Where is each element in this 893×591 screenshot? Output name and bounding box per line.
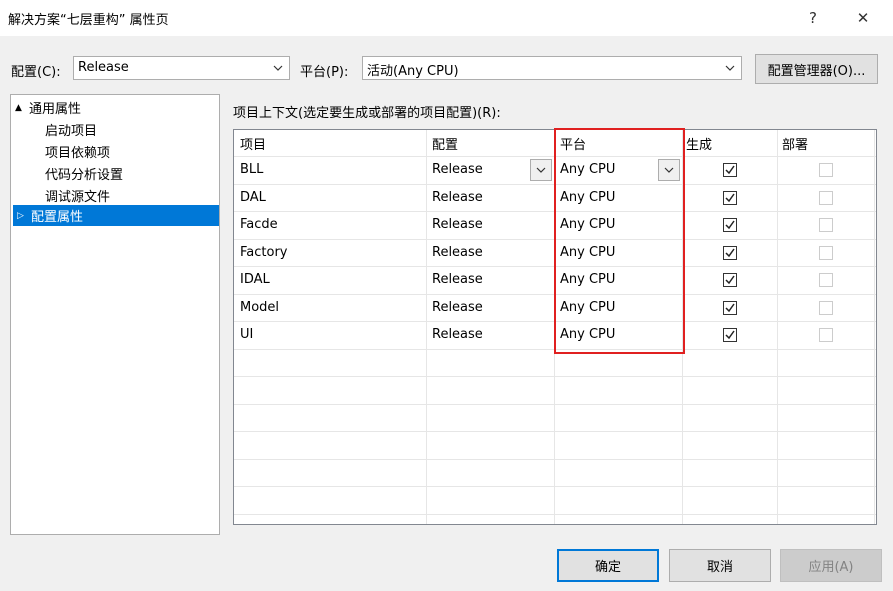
deploy-checkbox bbox=[819, 163, 833, 177]
deploy-checkbox bbox=[819, 273, 833, 287]
table-row-config[interactable]: Release bbox=[432, 300, 483, 315]
chevron-down-icon bbox=[725, 65, 735, 71]
table-row-config[interactable]: Release bbox=[432, 162, 483, 177]
platform-label: 平台(P): bbox=[300, 65, 349, 80]
property-tree: ▲ 通用属性 启动项目 项目依赖项 代码分析设置 调试源文件 ▷ 配置属性 bbox=[10, 94, 220, 535]
config-label: 配置(C): bbox=[11, 65, 61, 80]
column-header-config[interactable]: 配置 bbox=[432, 134, 458, 153]
column-header-platform[interactable]: 平台 bbox=[560, 134, 586, 153]
build-checkbox[interactable] bbox=[723, 301, 737, 315]
tree-item-common-properties[interactable]: ▲ 通用属性 bbox=[15, 97, 81, 118]
table-row-project[interactable]: UI bbox=[240, 327, 253, 342]
cancel-button[interactable]: 取消 bbox=[669, 549, 771, 582]
ok-button[interactable]: 确定 bbox=[557, 549, 659, 582]
tree-item-code-analysis[interactable]: 代码分析设置 bbox=[45, 163, 123, 184]
table-row-platform[interactable]: Any CPU bbox=[560, 190, 615, 205]
table-row-platform[interactable]: Any CPU bbox=[560, 300, 615, 315]
expanded-triangle-icon: ▲ bbox=[15, 102, 22, 113]
build-checkbox[interactable] bbox=[723, 273, 737, 287]
build-checkbox[interactable] bbox=[723, 328, 737, 342]
config-dropdown-button[interactable] bbox=[530, 159, 552, 181]
table-row-project[interactable]: Facde bbox=[240, 217, 278, 232]
title-bar: 解决方案“七层重构” 属性页 ? ✕ bbox=[0, 0, 893, 36]
tree-item-debug-source-files[interactable]: 调试源文件 bbox=[45, 185, 110, 206]
close-button[interactable]: ✕ bbox=[846, 4, 880, 32]
build-checkbox[interactable] bbox=[723, 191, 737, 205]
platform-combo[interactable]: 活动(Any CPU) bbox=[362, 56, 742, 80]
grid-caption: 项目上下文(选定要生成或部署的项目配置)(R): bbox=[233, 106, 501, 121]
build-checkbox[interactable] bbox=[723, 246, 737, 260]
project-context-grid: 项目 配置 平台 生成 部署 BLL Release Any CPU DAL R… bbox=[233, 129, 877, 525]
column-header-project[interactable]: 项目 bbox=[240, 134, 266, 153]
tree-item-project-dependencies[interactable]: 项目依赖项 bbox=[45, 141, 110, 162]
collapsed-triangle-icon: ▷ bbox=[17, 210, 24, 221]
deploy-checkbox bbox=[819, 191, 833, 205]
deploy-checkbox bbox=[819, 246, 833, 260]
table-row-config[interactable]: Release bbox=[432, 217, 483, 232]
table-row-project[interactable]: BLL bbox=[240, 162, 263, 177]
deploy-checkbox bbox=[819, 301, 833, 315]
config-combo-value: Release bbox=[78, 60, 129, 75]
tree-item-startup-project[interactable]: 启动项目 bbox=[45, 119, 97, 140]
platform-combo-value: 活动(Any CPU) bbox=[367, 64, 459, 79]
chevron-down-icon bbox=[273, 65, 283, 71]
table-row-platform[interactable]: Any CPU bbox=[560, 162, 615, 177]
platform-dropdown-button[interactable] bbox=[658, 159, 680, 181]
window-title: 解决方案“七层重构” 属性页 bbox=[8, 13, 169, 28]
build-checkbox[interactable] bbox=[723, 218, 737, 232]
table-row-config[interactable]: Release bbox=[432, 190, 483, 205]
table-row-platform[interactable]: Any CPU bbox=[560, 245, 615, 260]
tree-item-label: 通用属性 bbox=[29, 102, 82, 117]
help-button[interactable]: ? bbox=[796, 4, 830, 32]
chevron-down-icon bbox=[664, 167, 674, 173]
chevron-down-icon bbox=[536, 167, 546, 173]
table-row-config[interactable]: Release bbox=[432, 245, 483, 260]
tree-item-config-properties[interactable]: ▷ 配置属性 bbox=[13, 205, 219, 226]
column-header-deploy[interactable]: 部署 bbox=[782, 134, 808, 153]
table-row-project[interactable]: Factory bbox=[240, 245, 288, 260]
table-row-platform[interactable]: Any CPU bbox=[560, 272, 615, 287]
table-row-project[interactable]: DAL bbox=[240, 190, 266, 205]
deploy-checkbox bbox=[819, 218, 833, 232]
table-row-platform[interactable]: Any CPU bbox=[560, 217, 615, 232]
table-row-config[interactable]: Release bbox=[432, 327, 483, 342]
table-row-project[interactable]: IDAL bbox=[240, 272, 270, 287]
deploy-checkbox bbox=[819, 328, 833, 342]
table-row-platform[interactable]: Any CPU bbox=[560, 327, 615, 342]
column-header-build[interactable]: 生成 bbox=[686, 134, 712, 153]
table-row-config[interactable]: Release bbox=[432, 272, 483, 287]
build-checkbox[interactable] bbox=[723, 163, 737, 177]
apply-button[interactable]: 应用(A) bbox=[780, 549, 882, 582]
tree-item-label: 配置属性 bbox=[31, 210, 84, 225]
table-row-project[interactable]: Model bbox=[240, 300, 279, 315]
config-combo[interactable]: Release bbox=[73, 56, 290, 80]
config-manager-button[interactable]: 配置管理器(O)... bbox=[755, 54, 878, 84]
